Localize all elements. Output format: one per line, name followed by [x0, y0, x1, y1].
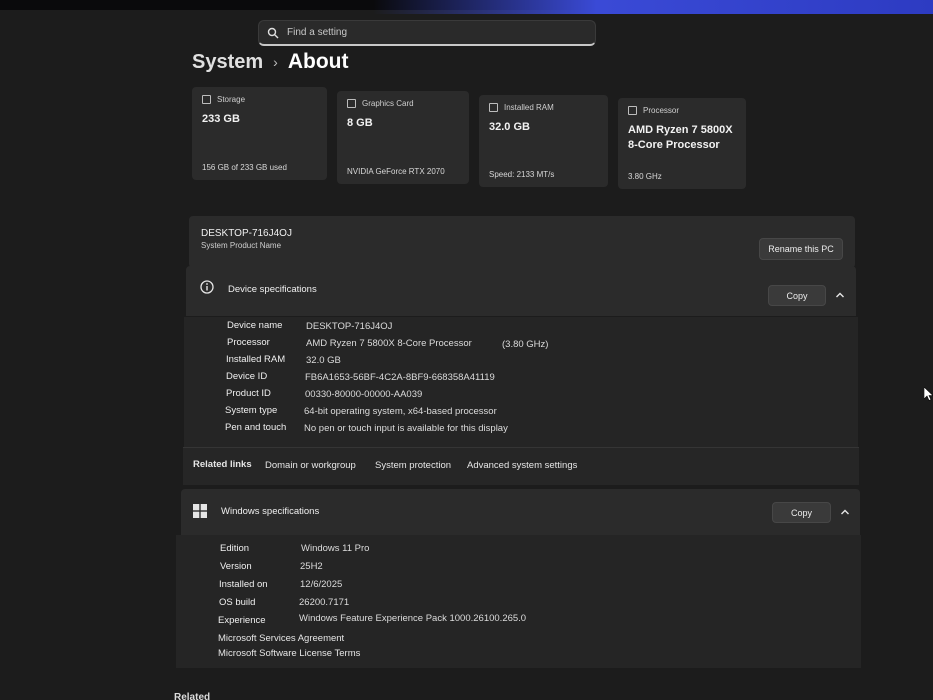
card-title: Storage [217, 95, 246, 104]
card-value: 8 GB [347, 117, 373, 129]
spec-label: Product ID [226, 388, 271, 399]
spec-label: Processor [227, 337, 270, 348]
card-value: AMD Ryzen 7 5800X 8-Core Processor [628, 124, 733, 151]
related-section-heading: Related [174, 692, 211, 700]
spec-value: 26200.7171 [299, 597, 350, 608]
spec-value: FB6A1653-56BF-4C2A-8BF9-668358A41119 [305, 372, 495, 383]
spec-value: No pen or touch input is available for t… [304, 423, 508, 434]
related-links-label: Related links [193, 459, 252, 470]
windows-specs-title: Windows specifications [221, 506, 320, 517]
search-input[interactable] [287, 27, 587, 38]
chevron-up-icon[interactable] [835, 291, 845, 299]
card-sub: 3.80 GHz [628, 172, 662, 181]
spec-value: 00330-80000-00000-AA039 [305, 389, 423, 400]
search-icon [267, 27, 279, 38]
spec-value: DESKTOP-716J4OJ [306, 321, 393, 332]
gpu-icon [347, 99, 356, 108]
wallpaper-glow [373, 0, 933, 14]
card-sub: Speed: 2133 MT/s [489, 170, 555, 179]
processor-card[interactable]: Processor AMD Ryzen 7 5800X 8-Core Proce… [618, 98, 746, 189]
card-title: Installed RAM [504, 103, 554, 112]
card-sub: 156 GB of 233 GB used [202, 163, 287, 172]
storage-icon [202, 95, 211, 104]
spec-label: Version [220, 561, 252, 572]
spec-value: 25H2 [300, 561, 323, 572]
graphics-card[interactable]: Graphics Card 8 GB NVIDIA GeForce RTX 20… [337, 91, 469, 184]
cpu-icon [628, 106, 637, 115]
card-sub: NVIDIA GeForce RTX 2070 [347, 167, 445, 176]
page-title: About [287, 50, 349, 73]
chevron-right-icon: › [273, 54, 278, 70]
link-domain-workgroup[interactable]: Domain or workgroup [265, 460, 356, 471]
link-software-license-terms[interactable]: Microsoft Software License Terms [218, 648, 360, 659]
mouse-cursor-icon [924, 387, 933, 401]
chevron-up-icon[interactable] [840, 508, 850, 516]
device-specs-header[interactable]: Device specifications Copy [186, 266, 856, 316]
spec-value: 32.0 GB [306, 355, 341, 366]
breadcrumb-system[interactable]: System [192, 51, 263, 74]
spec-label: Experience [218, 615, 266, 626]
spec-label: Device name [227, 320, 283, 331]
spec-label: Installed on [219, 579, 268, 590]
spec-label: Pen and touch [225, 422, 287, 433]
spec-label: Installed RAM [226, 354, 286, 365]
card-title: Graphics Card [362, 99, 414, 108]
ram-card[interactable]: Installed RAM 32.0 GB Speed: 2133 MT/s [479, 95, 608, 187]
device-specs-title: Device specifications [228, 284, 317, 295]
rename-pc-button[interactable]: Rename this PC [759, 238, 843, 260]
breadcrumb: System › About [192, 50, 348, 74]
spec-label: OS build [219, 597, 256, 608]
link-advanced-system-settings[interactable]: Advanced system settings [467, 460, 577, 471]
spec-label: System type [225, 405, 278, 416]
windows-specs-body: Edition Windows 11 Pro Version 25H2 Inst… [176, 535, 861, 668]
card-title: Processor [643, 106, 680, 115]
ram-icon [489, 103, 498, 112]
spec-label: Edition [220, 543, 250, 554]
pc-product-name: System Product Name [201, 241, 282, 250]
spec-value: AMD Ryzen 7 5800X 8-Core Processor [306, 338, 472, 349]
device-copy-button[interactable]: Copy [768, 285, 826, 306]
windows-logo-icon [193, 504, 207, 518]
device-specs-body: Device name DESKTOP-716J4OJ Processor AM… [184, 317, 858, 447]
spec-value: 64-bit operating system, x64-based proce… [304, 406, 497, 417]
spec-value: Windows 11 Pro [301, 543, 370, 554]
spec-value: Windows Feature Experience Pack 1000.261… [299, 613, 527, 624]
storage-card[interactable]: Storage 233 GB 156 GB of 233 GB used [192, 87, 327, 180]
windows-specs-header[interactable]: Windows specifications Copy [181, 489, 860, 535]
spec-value-extra: (3.80 GHz) [502, 339, 549, 350]
link-services-agreement[interactable]: Microsoft Services Agreement [218, 633, 344, 644]
spec-label: Device ID [226, 371, 268, 382]
link-system-protection[interactable]: System protection [375, 460, 451, 471]
windows-copy-button[interactable]: Copy [772, 502, 831, 523]
pc-name-row: DESKTOP-716J4OJ System Product Name Rena… [189, 216, 855, 268]
pc-name: DESKTOP-716J4OJ [201, 228, 292, 239]
search-box[interactable] [258, 20, 596, 46]
info-icon [200, 280, 214, 294]
spec-value: 12/6/2025 [300, 579, 343, 590]
card-value: 32.0 GB [489, 121, 530, 133]
card-value: 233 GB [202, 113, 240, 125]
related-links-bar: Related links Domain or workgroup System… [183, 447, 859, 485]
